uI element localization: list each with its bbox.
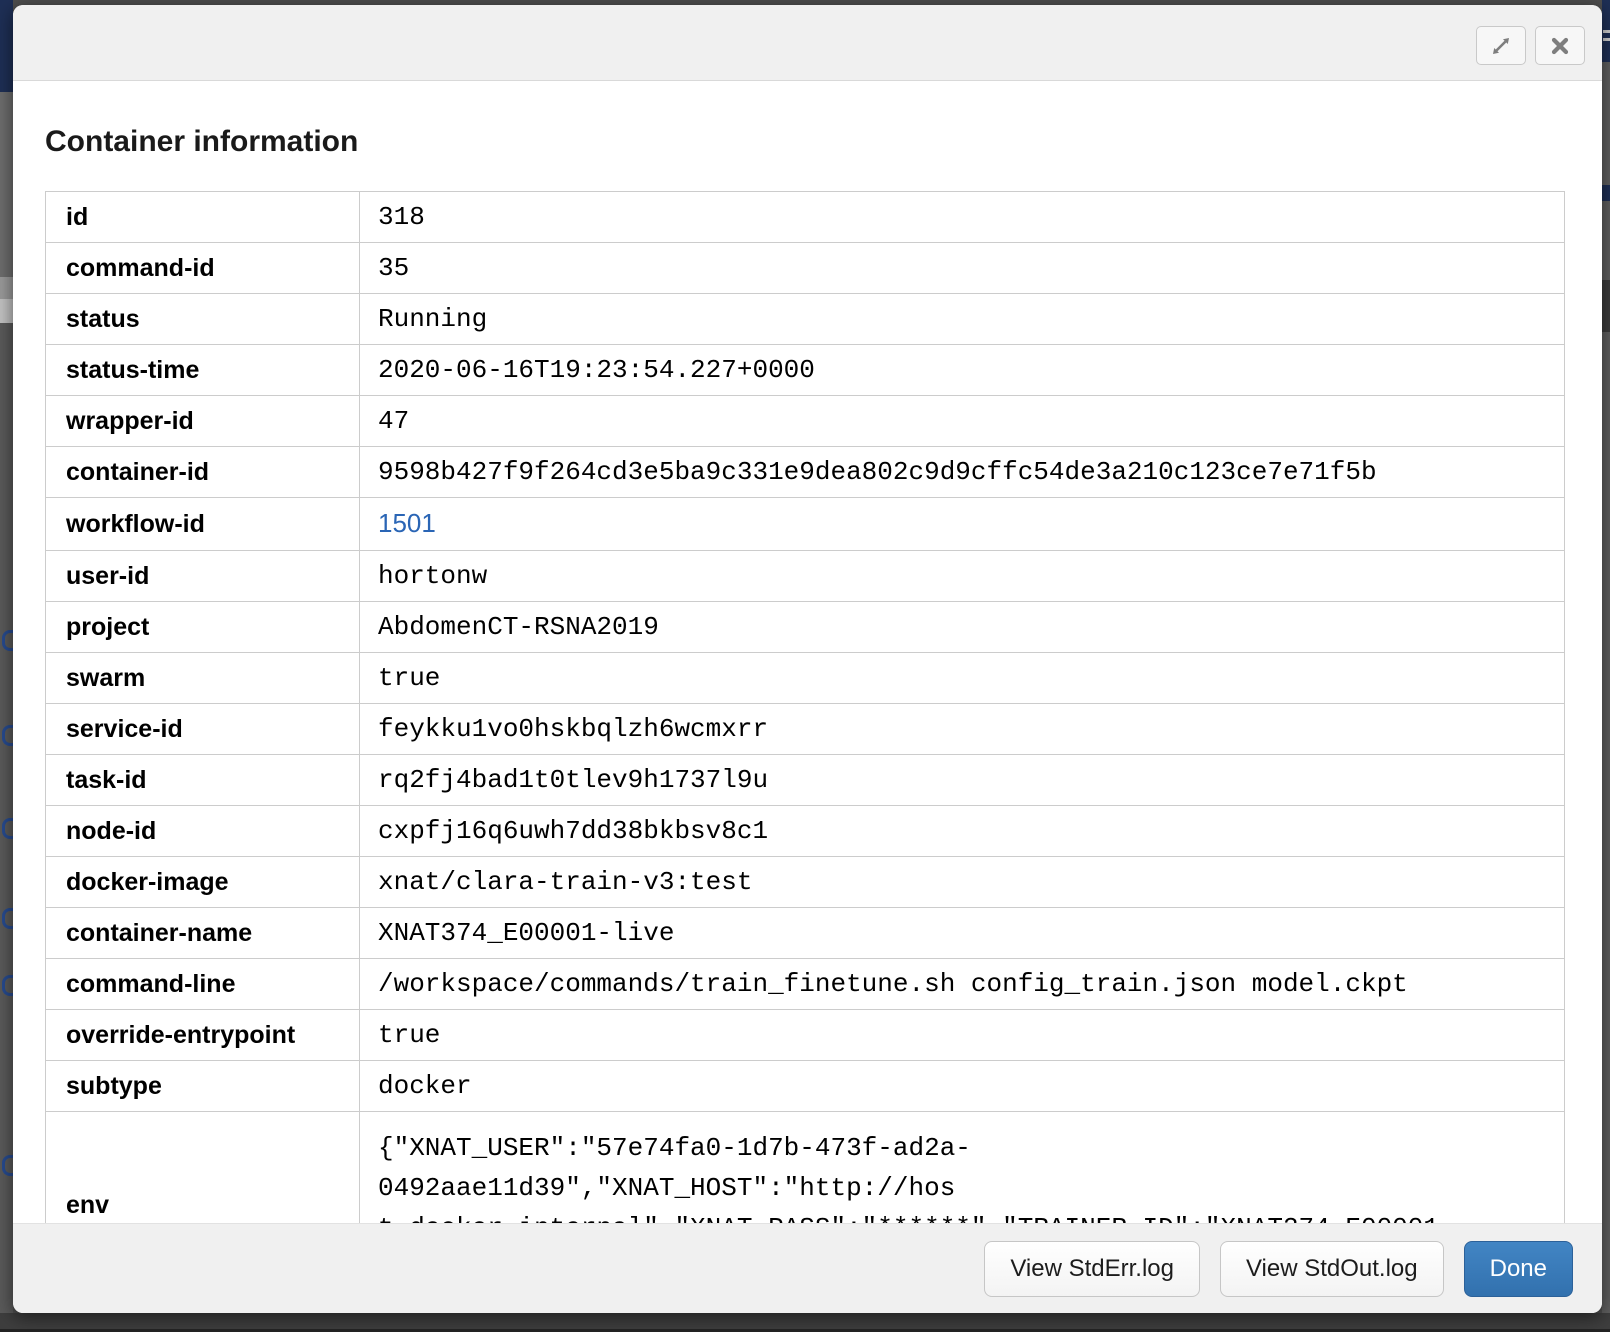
row-label: command-line: [46, 959, 360, 1010]
row-value: true: [360, 1010, 1565, 1061]
workflow-id-link[interactable]: 1501: [378, 508, 436, 538]
maximize-button[interactable]: [1476, 26, 1526, 65]
row-label: container-id: [46, 447, 360, 498]
row-label: user-id: [46, 551, 360, 602]
dialog-footer: View StdErr.log View StdOut.log Done: [13, 1223, 1602, 1313]
row-value: 2020-06-16T19:23:54.227+0000: [360, 345, 1565, 396]
table-row: wrapper-id47: [46, 396, 1565, 447]
row-value: xnat/clara-train-v3:test: [360, 857, 1565, 908]
row-label: subtype: [46, 1061, 360, 1112]
row-label: workflow-id: [46, 498, 360, 551]
table-row: service-idfeykku1vo0hskbqlzh6wcmxrr: [46, 704, 1565, 755]
dimmed-page-right-edge: [1602, 0, 1610, 1332]
row-label: node-id: [46, 806, 360, 857]
row-value: 1501: [360, 498, 1565, 551]
row-value: feykku1vo0hskbqlzh6wcmxrr: [360, 704, 1565, 755]
table-row: command-id35: [46, 243, 1565, 294]
dialog-titlebar: [13, 5, 1602, 81]
row-label: command-id: [46, 243, 360, 294]
background-link-fragment: [2, 725, 13, 746]
background-panel-fragment: [0, 277, 13, 299]
container-info-table: id318command-id35statusRunningstatus-tim…: [45, 191, 1565, 1299]
row-value: 35: [360, 243, 1565, 294]
close-button[interactable]: [1535, 26, 1585, 65]
row-value: hortonw: [360, 551, 1565, 602]
dialog-body: Container information id318command-id35s…: [13, 81, 1602, 1299]
view-stderr-button[interactable]: View StdErr.log: [984, 1241, 1200, 1297]
table-row: swarmtrue: [46, 653, 1565, 704]
container-information-dialog: Container information id318command-id35s…: [13, 5, 1602, 1313]
table-row: task-idrq2fj4bad1t0tlev9h1737l9u: [46, 755, 1565, 806]
row-label: service-id: [46, 704, 360, 755]
table-row: workflow-id 1501: [46, 498, 1565, 551]
row-value: 318: [360, 192, 1565, 243]
row-value: rq2fj4bad1t0tlev9h1737l9u: [360, 755, 1565, 806]
row-value: AbdomenCT-RSNA2019: [360, 602, 1565, 653]
row-value: /workspace/commands/train_finetune.sh co…: [360, 959, 1565, 1010]
background-panel-fragment: [0, 299, 13, 323]
dimmed-page-bottom-edge: [0, 1313, 1610, 1332]
row-label: container-name: [46, 908, 360, 959]
table-row: id318: [46, 192, 1565, 243]
row-label: status: [46, 294, 360, 345]
row-label: project: [46, 602, 360, 653]
background-menu-fragment: [1603, 30, 1610, 33]
table-row: projectAbdomenCT-RSNA2019: [46, 602, 1565, 653]
table-row: container-nameXNAT374_E00001-live: [46, 908, 1565, 959]
row-value: 9598b427f9f264cd3e5ba9c331e9dea802c9d9cf…: [360, 447, 1565, 498]
background-link-fragment: [2, 818, 13, 839]
row-label: docker-image: [46, 857, 360, 908]
row-label: id: [46, 192, 360, 243]
table-row: container-id9598b427f9f264cd3e5ba9c331e9…: [46, 447, 1565, 498]
background-link-fragment: [2, 630, 13, 651]
table-row: user-idhortonw: [46, 551, 1565, 602]
expand-icon: [1490, 35, 1512, 57]
row-label: swarm: [46, 653, 360, 704]
row-label: status-time: [46, 345, 360, 396]
row-value: 47: [360, 396, 1565, 447]
dialog-title: Container information: [45, 125, 1565, 158]
background-link-fragment: [2, 1155, 13, 1176]
view-stdout-button[interactable]: View StdOut.log: [1220, 1241, 1444, 1297]
row-label: override-entrypoint: [46, 1010, 360, 1061]
table-row: status-time2020-06-16T19:23:54.227+0000: [46, 345, 1565, 396]
background-panel-fragment: [1602, 280, 1610, 332]
background-panel-fragment: [0, 92, 13, 277]
background-navbar-fragment: [1602, 185, 1610, 201]
row-label: wrapper-id: [46, 396, 360, 447]
table-row: command-line/workspace/commands/train_fi…: [46, 959, 1565, 1010]
table-row: subtypedocker: [46, 1061, 1565, 1112]
close-icon: [1550, 36, 1570, 56]
background-link-fragment: [2, 975, 13, 996]
row-value: Running: [360, 294, 1565, 345]
background-link-fragment: [2, 908, 13, 929]
done-button[interactable]: Done: [1464, 1241, 1573, 1297]
table-row: docker-imagexnat/clara-train-v3:test: [46, 857, 1565, 908]
row-value: true: [360, 653, 1565, 704]
row-value: cxpfj16q6uwh7dd38bkbsv8c1: [360, 806, 1565, 857]
table-row: override-entrypointtrue: [46, 1010, 1565, 1061]
row-label: task-id: [46, 755, 360, 806]
row-value: XNAT374_E00001-live: [360, 908, 1565, 959]
table-row: node-idcxpfj16q6uwh7dd38bkbsv8c1: [46, 806, 1565, 857]
background-navbar-fragment: [0, 0, 13, 92]
table-row: statusRunning: [46, 294, 1565, 345]
dimmed-page-left-edge: [0, 0, 13, 1332]
background-menu-fragment: [1603, 38, 1610, 41]
row-value: docker: [360, 1061, 1565, 1112]
